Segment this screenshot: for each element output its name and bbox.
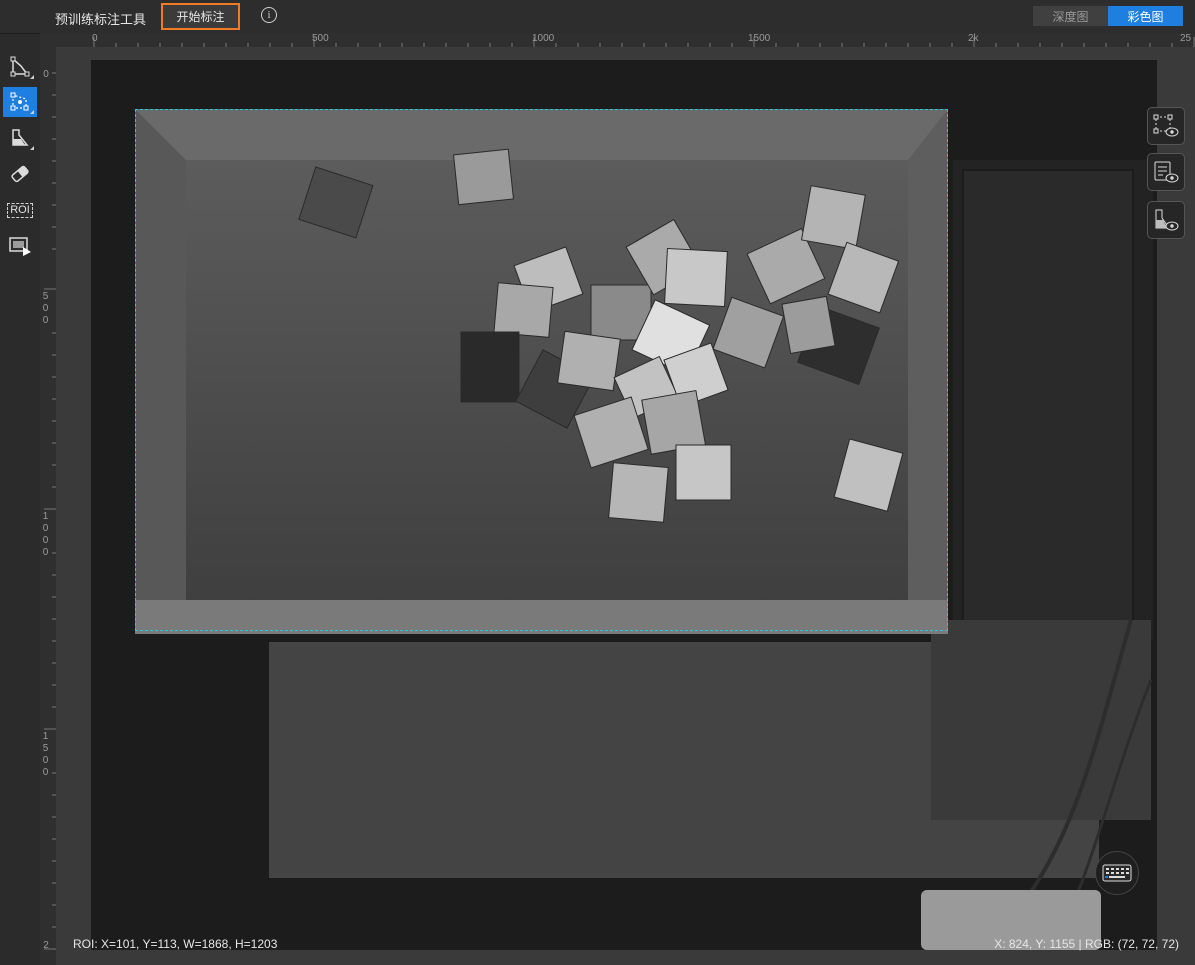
toggle-mask-visibility-button[interactable]	[1147, 201, 1185, 239]
toggle-polygon-visibility-button[interactable]	[1147, 107, 1185, 145]
app-title: 预训练标注工具	[55, 12, 147, 27]
show-list-icon	[1154, 161, 1179, 183]
tab-depth-image[interactable]: 深度图	[1033, 6, 1108, 26]
show-polygon-icon	[1153, 114, 1179, 137]
submenu-indicator	[30, 75, 34, 79]
play-frame-tool-icon	[9, 237, 31, 256]
ruler-left-label: 500	[42, 291, 49, 326]
ruler-top-label: 0	[92, 33, 98, 44]
ruler-left: 0 500 1000 1500 2	[40, 47, 57, 965]
submenu-indicator	[30, 110, 34, 114]
ruler-top-ticks	[93, 37, 1195, 47]
left-toolbar: ROI	[0, 34, 41, 965]
ruler-left-label: 1000	[42, 511, 49, 558]
cursor-status: X: 824, Y: 1155 | RGB: (72, 72, 72)	[994, 937, 1179, 951]
ruler-top-label: 2k	[968, 33, 979, 44]
play-frame-tool[interactable]	[3, 231, 37, 261]
submenu-indicator	[30, 146, 34, 150]
image-canvas[interactable]	[56, 47, 1195, 965]
ruler-top-label: 1000	[532, 33, 555, 44]
ruler-left-ticks	[44, 72, 56, 950]
keyboard-shortcuts-button[interactable]	[1095, 851, 1139, 895]
point-polygon-tool-icon	[10, 92, 29, 111]
tab-color-image[interactable]: 彩色图	[1108, 6, 1183, 26]
roi-status: ROI: X=101, Y=113, W=1868, H=1203	[73, 937, 278, 951]
roi-selection-box[interactable]	[135, 109, 948, 631]
keyboard-icon	[1102, 864, 1132, 882]
ruler-top-label: 1500	[748, 33, 771, 44]
show-mask-icon	[1155, 209, 1179, 231]
ruler-top-label: 500	[312, 33, 329, 44]
toggle-list-visibility-button[interactable]	[1147, 153, 1185, 191]
ruler-top: 0 500 1000 1500 2k 25	[56, 33, 1195, 48]
roi-tool[interactable]: ROI	[3, 195, 37, 225]
info-icon[interactable]: i	[261, 7, 277, 23]
point-polygon-tool[interactable]	[3, 87, 37, 117]
mask-tool[interactable]	[3, 123, 37, 153]
ruler-left-label: 0	[43, 69, 49, 80]
top-bar: 预训练标注工具 开始标注 i 深度图 彩色图	[0, 0, 1195, 34]
eraser-tool-icon	[11, 165, 29, 183]
ruler-corner	[40, 33, 56, 47]
ruler-top-label: 25	[1180, 33, 1192, 44]
eraser-tool[interactable]	[3, 159, 37, 189]
mask-tool-icon	[12, 129, 29, 146]
view-switch: 深度图 彩色图	[1033, 6, 1183, 26]
polygon-tool[interactable]	[3, 52, 37, 82]
ruler-left-label: 2	[43, 940, 49, 951]
ruler-left-label: 1500	[42, 731, 49, 778]
polygon-tool-icon	[10, 56, 30, 77]
roi-tool-icon: ROI	[7, 202, 33, 218]
start-annotation-button[interactable]: 开始标注	[161, 3, 240, 30]
